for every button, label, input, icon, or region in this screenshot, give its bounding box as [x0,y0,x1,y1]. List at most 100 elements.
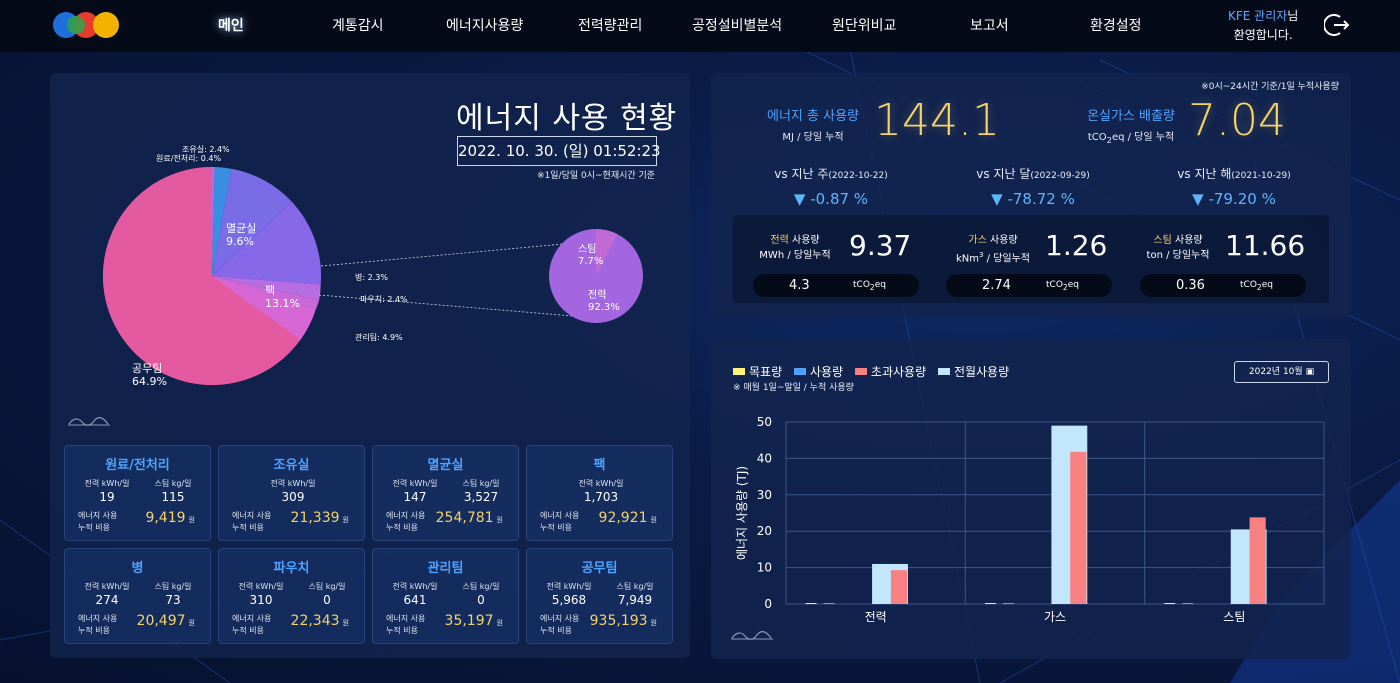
bar-초과사용량 [1070,451,1087,604]
co2-unit: tCO2eq [1240,280,1273,292]
power-label: 전력 kWh/일 [392,479,438,488]
card-title: 관리팀 [427,561,464,576]
card-title: 파우치 [273,561,310,576]
steam-label: 스팀 kg/일 [462,582,500,591]
nav-unit-comparison[interactable]: 원단위비교 [832,15,896,35]
y-tick-label: 10 [757,561,772,575]
ghg-title: 온실가스 배출량 [1087,109,1175,124]
cost-label: 에너지 사용 누적 비용 [78,614,118,635]
co2-unit: tCO2eq [1046,280,1079,292]
card-title: 원료/전처리 [105,458,170,473]
bar-초과사용량 [890,570,908,604]
cost-value: 254,781 원 [435,510,503,526]
dept-card-gongmu[interactable]: 공무팀 전력 kWh/일 5,968 스팀 kg/일 7,949 에너지 사용 누… [526,548,673,644]
company-logo[interactable] [52,9,120,41]
pie-label-gwanri: 관리팀: 4.9% [355,332,403,342]
y-tick-label: 50 [757,415,772,429]
top-navigation-bar: 메인 계통감시 에너지사용량 전력량관리 공정설비별분석 원단위비교 보고서 환… [0,0,1400,52]
dept-card-wonryo[interactable]: 원료/전처리 전력 kWh/일 19 스팀 kg/일 115 에너지 사용 누적 … [64,445,211,541]
steam-co2-value: 0.36 [1176,278,1205,293]
gas-usage-label: 가스 사용량 kNm3 / 당일누적 [955,235,1030,265]
pie-label-power-name: 전력 [588,289,606,301]
nav-power-management[interactable]: 전력량관리 [578,15,642,35]
nav-equipment-analysis[interactable]: 공정설비별분석 [692,15,782,35]
steam-label: 스팀 kg/일 [308,582,346,591]
pie-label-steam-name: 스팀 [578,243,596,255]
panel-title: 에너지 사용 현황 [456,101,678,136]
dept-card-josu[interactable]: 조유실 전력 kWh/일 309 에너지 사용 누적 비용 21,339 원 [218,445,365,541]
nav-settings[interactable]: 환경설정 [1090,15,1142,35]
steam-value: 115 [161,490,185,504]
pie-label-myeol-pct: 9.6% [226,235,254,248]
power-value: 19 [99,490,115,504]
co2-unit: tCO2eq [853,280,886,292]
steam-value: 0 [323,593,331,607]
cost-value: 935,193 원 [589,613,657,629]
power-usage-label: 전력 사용량 MWh / 당일누적 [759,235,831,261]
total-usage-value: 144.1 [874,95,1000,146]
y-tick-label: 40 [757,451,772,465]
cost-label: 에너지 사용 누적 비용 [386,614,426,635]
power-label: 전력 kWh/일 [270,479,316,488]
wave-decoration-icon [731,631,773,640]
cost-value: 21,339 원 [290,510,349,526]
bar-목표량 [805,603,817,604]
steam-co2-pill: 0.36 tCO2eq [1140,274,1306,297]
power-value: 309 [281,490,305,504]
card-title: 공무팀 [581,561,618,576]
gas-co2-value: 2.74 [982,278,1011,293]
pie-label-myeol-name: 멸균실 [226,222,256,235]
department-pie-chart: 멸균실 9.6% 팩 13.1% 공무팀 64.9% 조유실: 2.4% 원료/… [102,144,643,388]
connector-line-bottom [318,294,586,318]
energy-status-panel: 에너지 사용 현황 2022. 10. 30. (일) 01:52:23 ※1일… [50,73,690,658]
dept-card-gwanri[interactable]: 관리팀 전력 kWh/일 641 스팀 kg/일 0 에너지 사용 누적 비용 3… [372,548,519,644]
dept-card-paek[interactable]: 팩 전력 kWh/일 1,703 에너지 사용 누적 비용 92,921 원 [526,445,673,541]
card-title: 팩 [593,458,606,473]
pie-label-paek-pct: 13.1% [265,297,300,310]
pie-label-byeong: 병: 2.3% [355,273,388,282]
steam-value: 3,527 [463,490,499,504]
power-value: 641 [403,593,427,607]
power-label: 전력 kWh/일 [578,479,624,488]
power-label: 전력 kWh/일 [238,582,284,591]
pie-label-steam-pct: 7.7% [578,256,603,267]
cost-label: 에너지 사용 누적 비용 [540,511,580,532]
cost-label: 에너지 사용 누적 비용 [540,614,580,635]
cost-value: 9,419 원 [145,510,195,526]
bar-사용량 [1182,603,1194,604]
ghg-emission-value: 7.04 [1188,95,1286,146]
nav-main[interactable]: 메인 [218,15,244,35]
vs-week-delta: ▼ -0.87 % [793,190,869,208]
power-co2-pill: 4.3 tCO2eq [753,274,919,297]
bar-사용량 [1002,603,1014,604]
nav-energy-usage[interactable]: 에너지사용량 [446,15,523,35]
cost-label: 에너지 사용 누적 비용 [386,511,426,532]
power-label: 전력 kWh/일 [546,582,592,591]
vs-year-delta: ▼ -79.20 % [1192,190,1276,208]
monthly-usage-bar-chart: 0 10 20 30 40 50 에너지 사용량 (TJ) 전력 가스 스팀 [735,415,1325,624]
nav-reports[interactable]: 보고서 [970,15,1009,35]
dept-card-byeong[interactable]: 병 전력 kWh/일 274 스팀 kg/일 73 에너지 사용 누적 비용 20… [64,548,211,644]
power-value: 310 [249,593,273,607]
x-tick-label: 전력 [865,610,887,624]
total-usage-label: 에너지 총 사용량 MJ / 당일 누적 [763,105,863,143]
cost-value: 35,197 원 [444,613,503,629]
vs-month-delta: ▼ -78.72 % [991,190,1075,208]
vs-last-week: vs 지난 주(2022-10-22) ▼ -0.87 % [751,165,911,208]
power-label: 전력 kWh/일 [392,582,438,591]
nav-system-monitoring[interactable]: 계통감시 [332,15,384,35]
power-value: 1,703 [583,490,619,504]
pie-label-gongmu-name: 공무팀 [132,362,162,375]
bar-목표량 [1164,603,1176,604]
steam-value: 7,949 [617,593,653,607]
logout-icon[interactable] [1324,12,1350,38]
steam-label: 스팀 kg/일 [616,582,654,591]
cost-value: 22,343 원 [290,613,349,629]
y-tick-label: 20 [757,524,772,538]
pie-label-gongmu-pct: 64.9% [132,375,167,388]
dept-card-myeol[interactable]: 멸균실 전력 kWh/일 147 스팀 kg/일 3,527 에너지 사용 누적 … [372,445,519,541]
dept-card-powchi[interactable]: 파우치 전력 kWh/일 310 스팀 kg/일 0 에너지 사용 누적 비용 2… [218,548,365,644]
cost-value: 20,497 원 [136,613,195,629]
steam-usage-value: 11.66 [1225,229,1306,262]
power-value: 274 [95,593,119,607]
